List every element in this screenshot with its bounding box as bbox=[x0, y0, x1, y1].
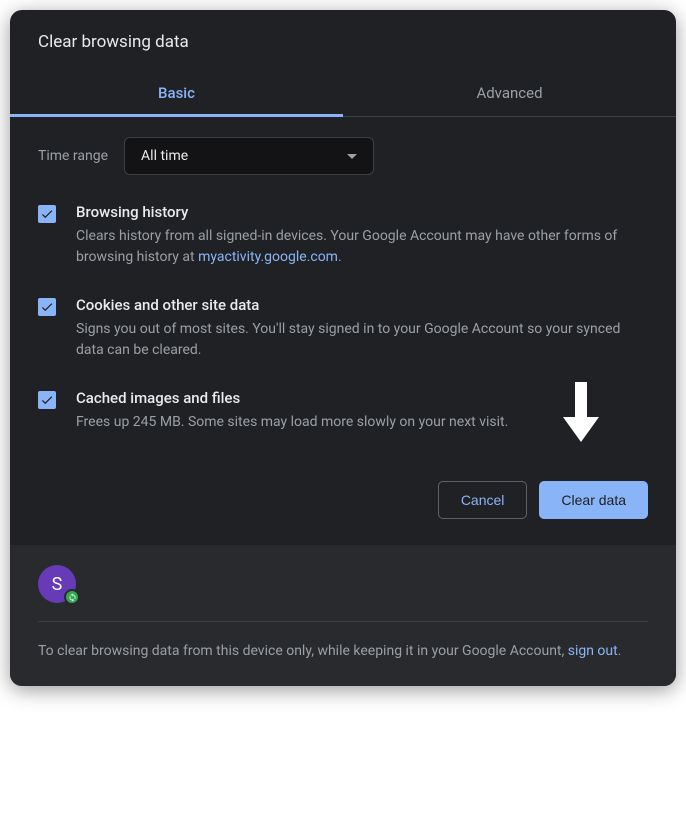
checkbox-cookies[interactable] bbox=[38, 298, 56, 316]
clear-browsing-data-dialog: Clear browsing data Basic Advanced Time … bbox=[10, 10, 676, 686]
checkbox-browsing-history[interactable] bbox=[38, 205, 56, 223]
option-title: Browsing history bbox=[76, 203, 648, 221]
option-description: Signs you out of most sites. You'll stay… bbox=[76, 319, 648, 361]
time-range-value: All time bbox=[141, 148, 188, 164]
myactivity-link[interactable]: myactivity.google.com bbox=[198, 249, 338, 265]
tab-basic[interactable]: Basic bbox=[10, 70, 343, 116]
avatar-container: S bbox=[38, 565, 76, 603]
button-row: Cancel Clear data bbox=[10, 471, 676, 545]
option-text: Cookies and other site data Signs you ou… bbox=[76, 296, 648, 361]
divider bbox=[38, 621, 648, 622]
option-browsing-history: Browsing history Clears history from all… bbox=[38, 203, 648, 268]
time-range-label: Time range bbox=[38, 148, 108, 164]
option-description: Clears history from all signed-in device… bbox=[76, 226, 648, 268]
option-cookies: Cookies and other site data Signs you ou… bbox=[38, 296, 648, 361]
clear-data-button[interactable]: Clear data bbox=[539, 481, 648, 519]
option-title: Cookies and other site data bbox=[76, 296, 648, 314]
chevron-down-icon bbox=[347, 154, 357, 159]
checkmark-icon bbox=[40, 207, 54, 221]
checkbox-cache[interactable] bbox=[38, 391, 56, 409]
sign-out-link[interactable]: sign out bbox=[568, 643, 618, 659]
option-cache: Cached images and files Frees up 245 MB.… bbox=[38, 389, 648, 433]
dialog-title: Clear browsing data bbox=[10, 10, 676, 70]
tabs-container: Basic Advanced bbox=[10, 70, 676, 117]
checkmark-icon bbox=[40, 300, 54, 314]
tab-advanced[interactable]: Advanced bbox=[343, 70, 676, 116]
cancel-button[interactable]: Cancel bbox=[438, 481, 528, 519]
time-range-select[interactable]: All time bbox=[124, 137, 374, 175]
footer-section: S To clear browsing data from this devic… bbox=[10, 545, 676, 686]
hint-arrow-icon bbox=[561, 382, 601, 446]
checkmark-icon bbox=[40, 393, 54, 407]
time-range-row: Time range All time bbox=[38, 137, 648, 175]
sync-badge-icon bbox=[64, 589, 80, 605]
footer-text: To clear browsing data from this device … bbox=[38, 640, 648, 662]
option-text: Browsing history Clears history from all… bbox=[76, 203, 648, 268]
